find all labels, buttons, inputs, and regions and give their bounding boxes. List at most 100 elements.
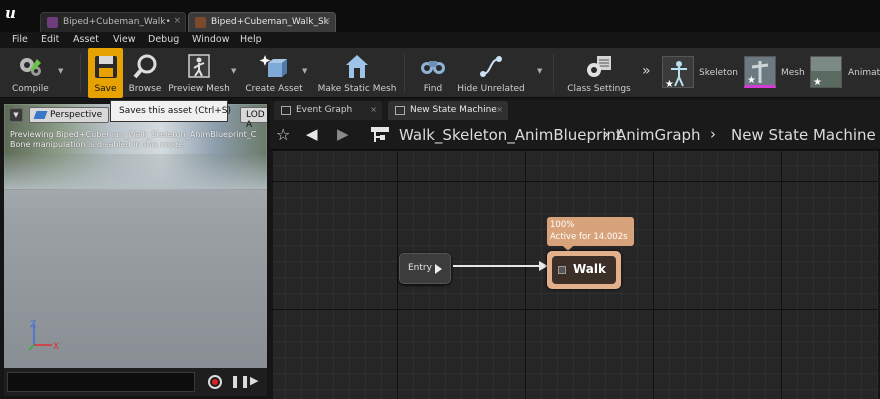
timeline-scrubber[interactable] <box>7 372 195 392</box>
unreal-logo-icon[interactable]: u <box>5 4 23 24</box>
skeleton-mode-label: Skeleton <box>699 68 738 78</box>
menu-debug[interactable]: Debug <box>148 34 179 45</box>
hide-unrelated-nodes-icon <box>480 56 502 77</box>
menu-asset[interactable]: Asset <box>73 34 99 45</box>
breadcrumb-asset[interactable]: Walk_Skeleton_AnimBlueprint <box>399 126 622 144</box>
viewport-info-line: Bone manipulation is disabled in this mo… <box>10 140 186 149</box>
back-arrow-icon[interactable]: ◀ <box>306 125 318 143</box>
toolbar-divider <box>404 54 405 92</box>
state-active-time: Active for 14.002s <box>550 232 628 242</box>
svg-text:★: ★ <box>747 75 756 85</box>
viewport-options-chevron-icon[interactable]: ▼ <box>9 108 23 122</box>
skeleton-mode-icon: ★ <box>662 56 694 90</box>
hide-unrelated-chevron-icon[interactable]: ▼ <box>537 67 542 75</box>
state-debug-bubble: 100% Active for 14.002s <box>547 217 634 246</box>
mode-skeleton-button[interactable]: ★ Skeleton <box>662 56 740 90</box>
svg-text:★: ★ <box>665 79 674 89</box>
close-tab-icon[interactable]: × <box>370 105 377 114</box>
menu-file[interactable]: File <box>12 34 28 45</box>
anim-asset-icon <box>47 17 58 28</box>
mesh-mode-icon: ★ <box>744 56 776 88</box>
entry-output-pin-icon[interactable] <box>435 264 442 274</box>
compile-button[interactable]: Compile <box>4 48 56 98</box>
state-machine-icon <box>395 106 405 115</box>
state-node-walk[interactable]: Walk <box>547 251 621 289</box>
mesh-mode-label: Mesh <box>781 68 805 78</box>
find-button[interactable]: Find <box>414 48 452 98</box>
save-label: Save <box>94 84 117 94</box>
save-disk-icon <box>94 56 117 78</box>
make-static-mesh-button[interactable]: Make Static Mesh <box>316 48 398 98</box>
save-button[interactable]: Save <box>88 48 123 98</box>
playback-bar: ❚❚ ▶ <box>4 368 267 396</box>
entry-label: Entry <box>408 263 432 273</box>
magnifier-icon <box>133 54 157 79</box>
breadcrumb-state-machine[interactable]: New State Machine <box>731 126 876 144</box>
compile-options-chevron-icon[interactable]: ▼ <box>58 67 63 75</box>
menu-window[interactable]: Window <box>192 34 229 45</box>
preview-viewport[interactable]: ▼ Perspective LOD A Previewing Biped+Cub… <box>4 104 267 396</box>
preview-mesh-button[interactable]: Preview Mesh <box>168 48 230 98</box>
tab-label: Biped+Cubeman_Walk• <box>63 17 171 27</box>
class-settings-gear-icon <box>587 56 611 77</box>
mode-mesh-button[interactable]: ★ Mesh <box>744 56 806 90</box>
binoculars-icon <box>421 61 445 74</box>
pause-button-icon[interactable]: ❚❚ <box>230 374 250 388</box>
create-asset-chevron-icon[interactable]: ▼ <box>302 67 307 75</box>
viewport-info-text: Previewing Biped+Cubeman_Walk_Skeleton_A… <box>10 130 256 150</box>
menu-bar: File Edit Asset View Debug Window Help <box>0 32 880 48</box>
browse-label: Browse <box>128 84 162 94</box>
compile-gears-icon <box>20 58 41 76</box>
anim-blueprint-icon <box>195 17 206 28</box>
tab-new-state-machine[interactable]: New State Machine × <box>388 101 508 120</box>
state-machine-graph-canvas[interactable]: Entry 100% Active for 14.002s Walk <box>273 151 878 399</box>
find-label: Find <box>423 84 443 94</box>
tab-label: Event Graph <box>296 105 353 115</box>
perspective-button[interactable]: Perspective <box>29 107 109 123</box>
favorite-star-icon[interactable]: ☆ <box>276 125 290 144</box>
axis-x-label: X <box>53 342 59 352</box>
preview-mesh-chevron-icon[interactable]: ▼ <box>231 67 236 75</box>
menu-help[interactable]: Help <box>240 34 262 45</box>
entry-node[interactable]: Entry <box>399 253 451 284</box>
mode-animation-button[interactable]: ★ Animat <box>810 56 880 90</box>
close-tab-icon[interactable]: × <box>323 16 331 26</box>
step-forward-icon[interactable]: ▶ <box>250 374 258 387</box>
tab-event-graph[interactable]: Event Graph × <box>274 101 382 120</box>
preview-mesh-label: Preview Mesh <box>168 84 230 94</box>
menu-view[interactable]: View <box>113 34 136 45</box>
graph-breadcrumb: ☆ ◀ ▶ Walk_Skeleton_AnimBlueprint › Anim… <box>270 120 880 150</box>
browse-button[interactable]: Browse <box>126 48 164 98</box>
tab-label: Biped+Cubeman_Walk_Sk <box>211 17 329 27</box>
animation-mode-label: Animat <box>848 68 880 78</box>
make-static-mesh-label: Make Static Mesh <box>317 84 397 94</box>
breadcrumb-animgraph[interactable]: AnimGraph <box>616 126 701 144</box>
hide-unrelated-button[interactable]: Hide Unrelated <box>456 48 526 98</box>
viewport-info-line: Previewing Biped+Cubeman_Walk_Skeleton_A… <box>10 130 257 139</box>
transition-wire <box>453 265 543 267</box>
axis-gizmo-icon: Z X <box>28 320 59 352</box>
graph-hierarchy-icon[interactable] <box>370 125 390 145</box>
lod-button[interactable]: LOD A <box>240 107 267 130</box>
menu-edit[interactable]: Edit <box>41 34 59 45</box>
compile-label: Compile <box>12 84 49 94</box>
create-asset-icon <box>259 55 287 77</box>
document-tab-walk[interactable]: Biped+Cubeman_Walk• × <box>40 12 186 32</box>
toolbar-divider <box>80 54 81 92</box>
event-graph-icon <box>281 106 291 115</box>
record-button-icon[interactable] <box>208 375 222 389</box>
document-tab-anim-blueprint[interactable]: Biped+Cubeman_Walk_Sk × <box>188 12 336 32</box>
class-settings-label: Class Settings <box>567 84 631 94</box>
state-node-body: Walk <box>552 256 616 284</box>
hide-unrelated-label: Hide Unrelated <box>457 84 525 94</box>
class-settings-button[interactable]: Class Settings <box>564 48 634 98</box>
close-tab-icon[interactable]: × <box>173 16 181 26</box>
title-bar: u Biped+Cubeman_Walk• × Biped+Cubeman_Wa… <box>0 0 880 32</box>
close-tab-icon[interactable]: × <box>496 105 503 114</box>
forward-arrow-icon[interactable]: ▶ <box>337 125 349 143</box>
toolbar-overflow-icon[interactable]: » <box>642 63 651 79</box>
breadcrumb-separator-icon: › <box>603 125 609 143</box>
axis-z-label: Z <box>30 320 36 330</box>
create-asset-button[interactable]: Create Asset <box>244 48 304 98</box>
static-mesh-house-icon <box>346 55 368 78</box>
